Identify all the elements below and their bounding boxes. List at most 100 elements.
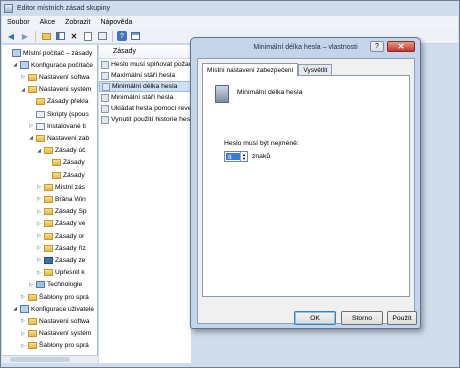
expand-arrow-icon[interactable]: ▷ — [36, 209, 42, 215]
expand-arrow-icon[interactable]: ▷ — [36, 245, 42, 251]
show-hide-icon[interactable] — [129, 30, 141, 42]
policy-row-label: Vynutit použití historie hesl — [111, 116, 191, 123]
forward-icon[interactable]: ▶ — [19, 30, 31, 42]
folder-up-icon[interactable] — [40, 30, 52, 42]
tree-item[interactable]: ▷ Brána Win — [2, 194, 86, 204]
console-tree-icon[interactable] — [54, 30, 66, 42]
expand-arrow-icon[interactable]: ◢ — [28, 135, 34, 141]
tree-item-label: Konfigurace počítače — [31, 61, 93, 69]
tree-item[interactable]: ▷ Nastavení softwa — [2, 72, 90, 82]
expand-arrow-icon[interactable]: ▷ — [20, 294, 26, 300]
menu-view[interactable]: Zobrazit — [60, 19, 95, 26]
tree-item[interactable]: Skripty (spous — [2, 109, 89, 119]
min-length-value[interactable]: 8 — [226, 153, 240, 161]
tree-item[interactable]: ▷ Technologie — [2, 280, 82, 290]
tree-item[interactable]: ▷ Zásady ve — [2, 219, 85, 229]
tree-item[interactable]: ▷ Zásady or — [2, 231, 84, 241]
expand-arrow-icon[interactable]: ◢ — [12, 62, 18, 68]
expand-arrow-icon[interactable]: ▷ — [20, 331, 26, 337]
properties-dialog: Minimální délka hesla – vlastnosti ? ✕ M… — [190, 37, 421, 329]
expand-arrow-icon[interactable]: ▷ — [36, 221, 42, 227]
column-header-label: Zásady — [113, 48, 136, 55]
expand-arrow-icon[interactable]: ◢ — [12, 306, 18, 312]
policy-setting-icon — [101, 60, 109, 69]
tree-item[interactable]: ▷ Nastavení systém — [2, 329, 91, 339]
policy-row[interactable]: Maximální stáří hesla — [99, 70, 191, 81]
tab-local-security-setting[interactable]: Místní nastavení zabezpečení — [202, 63, 299, 76]
tab-panel: Minimální délka hesla Heslo musí být nej… — [202, 75, 410, 297]
policy-setting-icon — [101, 115, 109, 124]
cancel-button[interactable]: Storno — [341, 311, 383, 325]
policy-row[interactable]: Heslo musí splňovat požada — [99, 59, 191, 70]
policy-row-label: Minimální stáří hesla — [111, 94, 174, 101]
min-length-label: Heslo musí být nejméně: — [224, 140, 299, 147]
expand-arrow-icon[interactable]: ▷ — [36, 270, 42, 276]
help-icon[interactable]: ? — [117, 31, 127, 41]
menu-file[interactable]: Soubor — [2, 19, 35, 26]
expand-arrow-icon[interactable]: ▷ — [36, 257, 42, 263]
tree-item[interactable]: ▷ Šablony pro sprá — [2, 341, 89, 351]
expand-arrow-icon[interactable]: ▷ — [20, 343, 26, 349]
dialog-close-button[interactable]: ✕ — [387, 41, 415, 52]
tree-item[interactable]: ▷ Upřesnit k — [2, 268, 85, 278]
tree-item[interactable]: ▷ Zásady ze — [2, 255, 85, 265]
dialog-help-button[interactable]: ? — [370, 41, 384, 52]
expand-arrow-icon[interactable]: ▷ — [20, 74, 26, 80]
back-icon[interactable]: ◀ — [5, 30, 17, 42]
tree-item-label: Zásady — [63, 171, 85, 179]
folder-icon — [28, 293, 37, 301]
stepper-down-icon[interactable]: ▼ — [242, 156, 246, 161]
expand-arrow-icon[interactable]: ▷ — [36, 184, 42, 190]
chart-icon — [36, 281, 45, 289]
tree-item[interactable]: Zásady — [2, 170, 85, 180]
expand-arrow-icon[interactable]: ▷ — [28, 282, 34, 288]
min-length-stepper[interactable]: 8 ▲ ▼ — [224, 151, 248, 162]
properties-icon[interactable] — [82, 30, 94, 42]
tree-item[interactable]: ▷ Zásady Sp — [2, 207, 87, 217]
expand-arrow-icon[interactable]: ▷ — [20, 318, 26, 324]
policy-row[interactable]: Ukládat hesla pomocí reve — [99, 103, 191, 114]
folder-icon — [28, 73, 37, 81]
folder-icon — [28, 330, 37, 338]
policy-name: Minimální délka hesla — [237, 89, 303, 96]
folder-icon — [44, 208, 53, 216]
tree-item-label: Šablony pro sprá — [39, 342, 89, 350]
tree-item[interactable]: Místní počítač – zásady — [2, 48, 92, 58]
tree-item[interactable]: Zásady překla — [2, 97, 88, 107]
tree-item[interactable]: ▷ Nastavení softwa — [2, 316, 90, 326]
policy-row[interactable]: Minimální stáří hesla — [99, 92, 191, 103]
policy-row[interactable]: Minimální délka hesla — [99, 81, 191, 92]
tree-item[interactable]: ◢ Nastavení systém — [2, 85, 91, 95]
tree-item[interactable]: ◢ Zásady úč — [2, 146, 85, 156]
folder-icon — [52, 159, 61, 167]
folder-icon — [44, 269, 53, 277]
stepper-arrows[interactable]: ▲ ▼ — [240, 152, 247, 161]
menu-action[interactable]: Akce — [35, 19, 61, 26]
list-column-header[interactable]: Zásady — [99, 45, 191, 59]
tree-item[interactable]: ◢ Konfigurace uživatele — [2, 304, 94, 314]
expand-arrow-icon[interactable]: ◢ — [20, 87, 26, 93]
tree-item[interactable]: ▷ Místní zás — [2, 182, 85, 192]
tree-horizontal-scrollbar[interactable] — [2, 355, 98, 363]
policy-setting-icon — [102, 82, 110, 91]
ok-button[interactable]: OK — [294, 311, 336, 325]
expand-arrow-icon[interactable]: ◢ — [36, 148, 42, 154]
tree-item[interactable]: ▷ Šablony pro sprá — [2, 292, 89, 302]
tree-item[interactable]: Zásady — [2, 158, 85, 168]
expand-arrow-icon[interactable]: ▷ — [28, 123, 34, 129]
menu-help[interactable]: Nápověda — [95, 19, 137, 26]
tree-item[interactable]: ▷ Zásady říz — [2, 243, 86, 253]
tree-item[interactable]: ◢ Nastavení zab — [2, 133, 89, 143]
apply-button[interactable]: Použít — [387, 311, 417, 325]
export-icon[interactable] — [96, 30, 108, 42]
expand-arrow-icon[interactable]: ▷ — [36, 196, 42, 202]
tree-item[interactable]: ▷ Instalované ti — [2, 121, 86, 131]
delete-icon[interactable]: ✕ — [68, 30, 80, 42]
scrollbar-thumb[interactable] — [10, 357, 70, 362]
policy-row[interactable]: Vynutit použití historie hesl — [99, 114, 191, 125]
title-bar: Editor místních zásad skupiny — [1, 1, 459, 16]
folder-icon — [36, 134, 45, 142]
tree-item-label: Místní počítač – zásady — [23, 49, 93, 57]
tree-item[interactable]: ◢ Konfigurace počítače — [2, 60, 93, 70]
expand-arrow-icon[interactable]: ▷ — [36, 233, 42, 239]
